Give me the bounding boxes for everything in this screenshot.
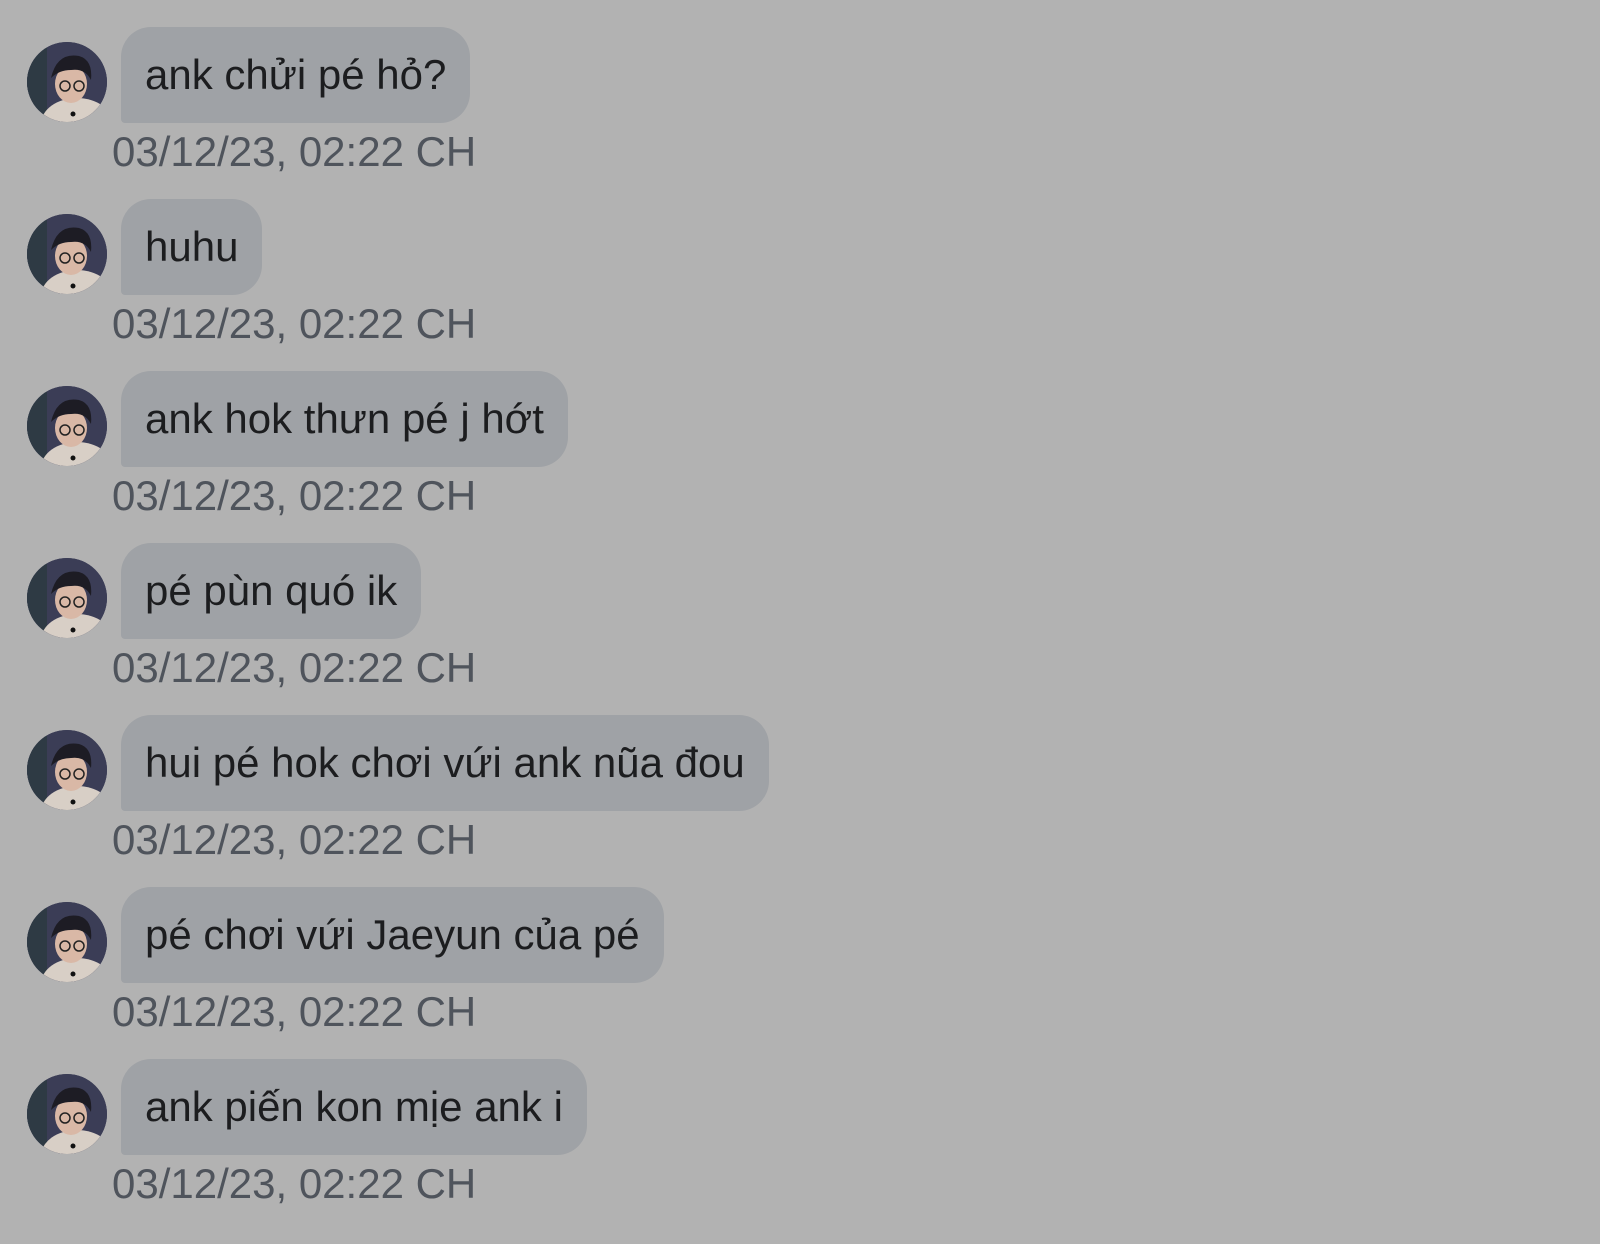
message-row: hui pé hok chơi vứi ank nũa đou 03/12/23…	[0, 715, 1600, 891]
avatar-photo-icon	[27, 386, 107, 466]
message-row: ank chửi pé hỏ? 03/12/23, 02:22 CH	[0, 27, 1600, 203]
message-timestamp: 03/12/23, 02:22 CH	[112, 988, 477, 1035]
message-text: ank chửi pé hỏ?	[145, 51, 447, 98]
message-timestamp: 03/12/23, 02:22 CH	[112, 300, 477, 347]
message-bubble[interactable]: pé pùn quó ik	[121, 543, 422, 639]
message-timestamp: 03/12/23, 02:22 CH	[112, 472, 477, 519]
avatar-photo-icon	[27, 902, 107, 982]
message-text: huhu	[145, 223, 239, 270]
avatar[interactable]	[27, 1074, 107, 1154]
message-text: ank piến kon mịe ank i	[145, 1083, 563, 1130]
avatar-photo-icon	[27, 558, 107, 638]
avatar[interactable]	[27, 730, 107, 810]
message-timestamp: 03/12/23, 02:22 CH	[112, 644, 477, 691]
message-bubble[interactable]: ank chửi pé hỏ?	[121, 27, 471, 123]
message-bubble[interactable]: huhu	[121, 199, 263, 295]
message-timestamp: 03/12/23, 02:22 CH	[112, 1160, 477, 1207]
message-text: pé pùn quó ik	[145, 567, 398, 614]
avatar[interactable]	[27, 902, 107, 982]
avatar[interactable]	[27, 214, 107, 294]
message-row: ank hok thưn pé j hớt 03/12/23, 02:22 CH	[0, 371, 1600, 547]
message-timestamp: 03/12/23, 02:22 CH	[112, 816, 477, 863]
message-timestamp: 03/12/23, 02:22 CH	[112, 128, 477, 175]
avatar[interactable]	[27, 386, 107, 466]
avatar-photo-icon	[27, 42, 107, 122]
message-bubble[interactable]: ank hok thưn pé j hớt	[121, 371, 568, 467]
avatar[interactable]	[27, 42, 107, 122]
message-bubble[interactable]: ank piến kon mịe ank i	[121, 1059, 587, 1155]
message-row: ank piến kon mịe ank i 03/12/23, 02:22 C…	[0, 1059, 1600, 1235]
message-text: ank hok thưn pé j hớt	[145, 395, 544, 442]
message-bubble[interactable]: pé chơi vứi Jaeyun của pé	[121, 887, 664, 983]
avatar[interactable]	[27, 558, 107, 638]
message-thread: ank chửi pé hỏ? 03/12/23, 02:22 CH huhu …	[0, 0, 1600, 1244]
message-text: hui pé hok chơi vứi ank nũa đou	[145, 739, 745, 786]
avatar-photo-icon	[27, 214, 107, 294]
message-row: pé pùn quó ik 03/12/23, 02:22 CH	[0, 543, 1600, 719]
message-text: pé chơi vứi Jaeyun của pé	[145, 911, 640, 958]
message-bubble[interactable]: hui pé hok chơi vứi ank nũa đou	[121, 715, 769, 811]
avatar-photo-icon	[27, 1074, 107, 1154]
message-row: huhu 03/12/23, 02:22 CH	[0, 199, 1600, 375]
message-row: pé chơi vứi Jaeyun của pé 03/12/23, 02:2…	[0, 887, 1600, 1063]
avatar-photo-icon	[27, 730, 107, 810]
